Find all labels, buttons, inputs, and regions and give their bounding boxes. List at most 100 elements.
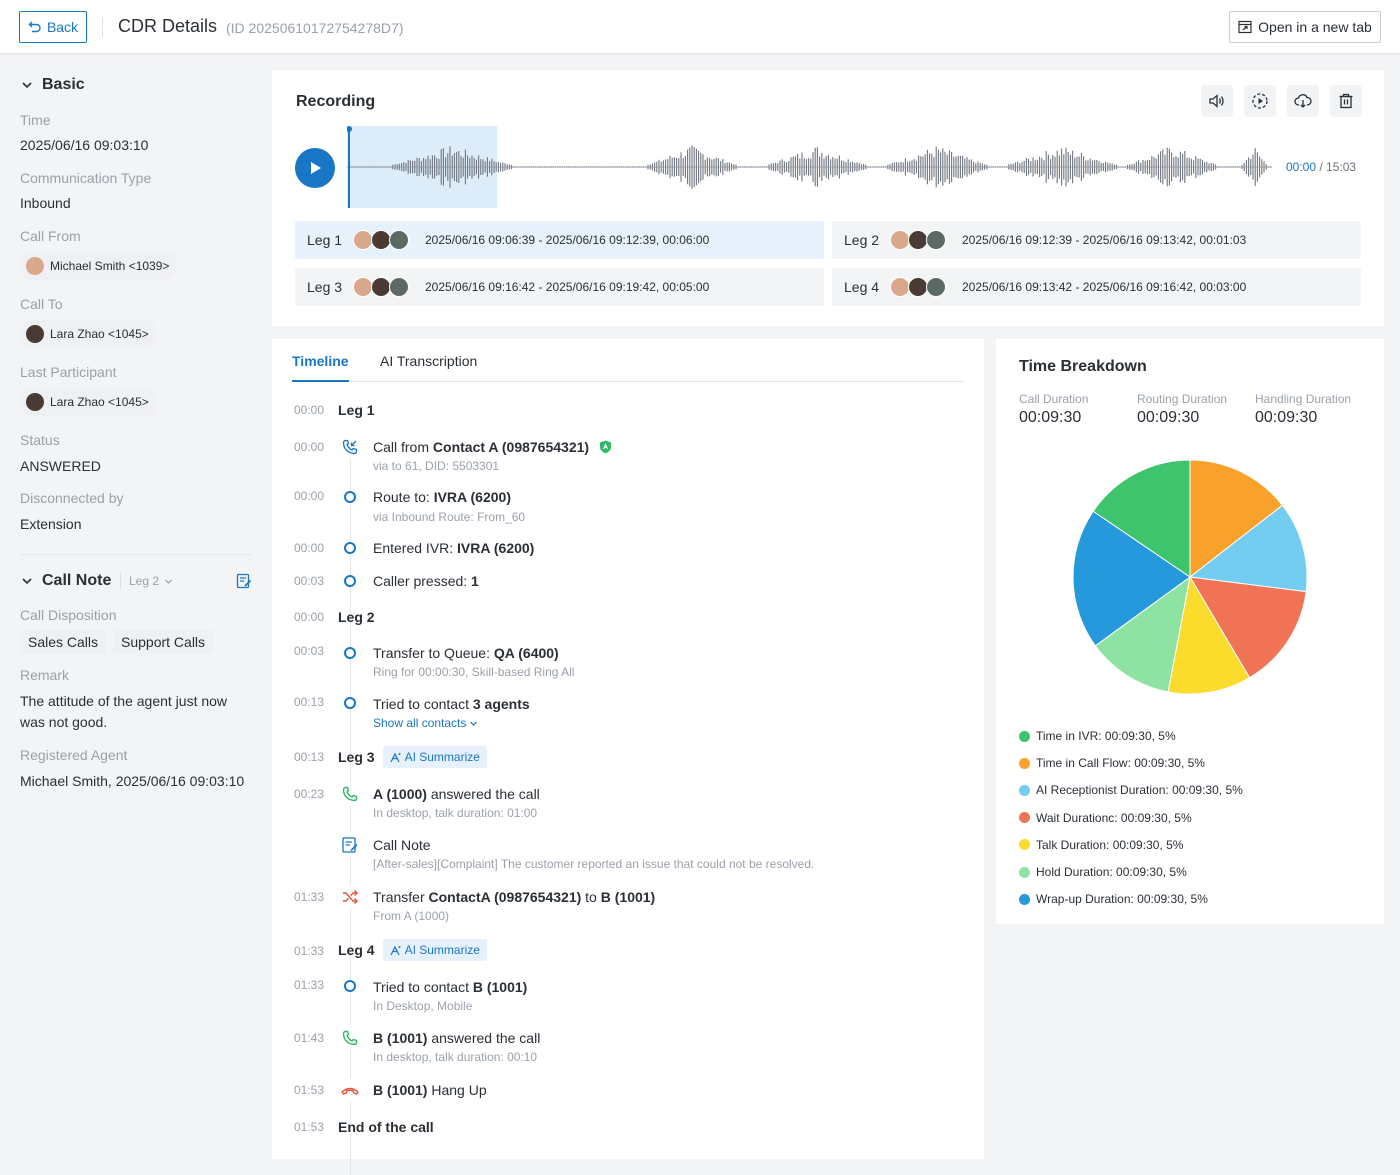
last-participant-value: Lara Zhao <1045> xyxy=(50,395,149,409)
leg-range: 2025/06/16 09:16:42 - 2025/06/16 09:19:4… xyxy=(425,280,710,294)
ai-summarize-button[interactable]: AI Summarize xyxy=(382,746,487,768)
timestamp: 00:03 xyxy=(294,574,325,588)
legend-swatch xyxy=(1019,730,1030,742)
legend-item[interactable]: Time in Call Flow: 00:09:30, 5% xyxy=(1019,756,1205,770)
open-new-tab-button[interactable]: Open in a new tab xyxy=(1229,11,1381,43)
download-button[interactable] xyxy=(1287,85,1319,117)
legend-item[interactable]: Talk Duration: 00:09:30, 5% xyxy=(1019,838,1183,852)
recording-title: Recording xyxy=(296,93,376,110)
avatar-group xyxy=(890,230,962,250)
timestamp: 01:33 xyxy=(294,978,325,992)
last-participant-chip[interactable]: Lara Zhao <1045> xyxy=(20,387,157,417)
timestamp: 00:00 xyxy=(294,403,325,417)
legend-swatch xyxy=(1019,839,1030,851)
legend-item[interactable]: Wrap-up Duration: 00:09:30, 5% xyxy=(1019,892,1208,906)
call-to-chip[interactable]: Lara Zhao <1045> xyxy=(20,319,157,349)
edit-note-icon xyxy=(236,573,252,589)
leg-header: Leg 3 AI Summarize xyxy=(338,746,487,768)
leg-select-value: Leg 2 xyxy=(129,574,160,588)
remark-label: Remark xyxy=(20,667,70,683)
leg-label: Leg 3 xyxy=(338,749,375,765)
event-detail: In desktop, talk duration: 01:00 xyxy=(373,806,538,820)
play-icon xyxy=(311,162,321,174)
timeline-dot xyxy=(344,647,356,659)
remark-line: The attitude of the agent just now xyxy=(20,693,228,709)
transfer-icon xyxy=(338,885,362,909)
last-participant-label: Last Participant xyxy=(20,364,117,380)
hang-up-icon xyxy=(338,1078,362,1102)
time-value: 2025/06/16 09:03:10 xyxy=(20,137,149,153)
leg-select[interactable]: Leg 2 xyxy=(129,574,173,588)
ai-sparkle-icon xyxy=(390,945,401,955)
avatar xyxy=(371,230,391,250)
tab-ai-transcription[interactable]: AI Transcription xyxy=(380,353,477,369)
timeline-dot xyxy=(344,980,356,992)
event-detail: In desktop, talk duration: 00:10 xyxy=(373,1050,538,1064)
show-all-contacts-link[interactable]: Show all contacts xyxy=(373,716,478,730)
phone-answered-icon xyxy=(338,782,362,806)
leg-row[interactable]: Leg 2 2025/06/16 09:12:39 - 2025/06/16 0… xyxy=(832,221,1361,259)
event-text: Route to: IVRA (6200) xyxy=(373,489,511,505)
event-text: Tried to contact B (1001) xyxy=(373,979,527,995)
tab-bar: Timeline AI Transcription xyxy=(292,339,964,382)
divider xyxy=(20,554,252,555)
legend-swatch xyxy=(1019,784,1030,796)
event-text: Caller pressed: 1 xyxy=(373,573,479,589)
leg-row[interactable]: Leg 1 2025/06/16 09:06:39 - 2025/06/16 0… xyxy=(295,221,824,259)
legend-item[interactable]: AI Receptionist Duration: 00:09:30, 5% xyxy=(1019,783,1243,797)
call-note-icon xyxy=(338,833,362,857)
cloud-download-icon xyxy=(1294,94,1312,108)
call-to-label: Call To xyxy=(20,296,63,312)
event-prefix: Route to: xyxy=(373,489,434,505)
waveform-scrubber[interactable] xyxy=(347,126,1277,208)
event-detail: Ring for 00:00:30, Skill-based Ring All xyxy=(373,665,575,679)
event-prefix: Call from xyxy=(373,439,433,455)
event-subject: IVRA (6200) xyxy=(433,489,511,505)
basic-section-header[interactable]: Basic xyxy=(20,76,85,94)
ai-summarize-button[interactable]: AI Summarize xyxy=(382,939,487,961)
leg-label: Leg 1 xyxy=(338,402,375,418)
edit-note-button[interactable] xyxy=(236,573,252,592)
avatar-group xyxy=(353,230,425,250)
legend-swatch xyxy=(1019,812,1030,824)
time-label: Time xyxy=(20,112,51,128)
leg-row[interactable]: Leg 4 2025/06/16 09:13:42 - 2025/06/16 0… xyxy=(832,268,1361,306)
back-button[interactable]: Back xyxy=(19,11,87,43)
event-target: B (1001) xyxy=(600,889,656,905)
event-text: Tried to contact 3 agents xyxy=(373,696,530,712)
divider xyxy=(120,573,121,589)
timeline-dot xyxy=(344,697,356,709)
end-of-call: End of the call xyxy=(338,1119,434,1135)
play-button[interactable] xyxy=(295,148,335,188)
volume-button[interactable] xyxy=(1201,85,1233,117)
event-subject[interactable]: Contact A (0987654321) xyxy=(433,439,589,455)
avatar xyxy=(353,277,373,297)
legend-item[interactable]: Time in IVR: 00:09:30, 5% xyxy=(1019,729,1176,743)
disconnected-value: Extension xyxy=(20,516,82,532)
legend-item[interactable]: Wait Durationc: 00:09:30, 5% xyxy=(1019,811,1192,825)
tab-timeline[interactable]: Timeline xyxy=(292,353,349,369)
registered-agent-label: Registered Agent xyxy=(20,747,128,763)
timestamp: 01:43 xyxy=(294,1031,325,1045)
delete-button[interactable] xyxy=(1330,85,1362,117)
back-label: Back xyxy=(46,19,79,35)
disposition-tag: Support Calls xyxy=(113,630,214,654)
avatar xyxy=(26,393,44,411)
call-note-section-header[interactable]: Call Note xyxy=(20,572,111,590)
call-from-chip[interactable]: Michael Smith <1039> xyxy=(20,251,178,281)
legend-item[interactable]: Hold Duration: 00:09:30, 5% xyxy=(1019,865,1187,879)
chevron-down-icon xyxy=(22,578,32,585)
event-subject: QA (6400) xyxy=(493,645,559,661)
disposition-label: Call Disposition xyxy=(20,607,117,623)
trash-icon xyxy=(1339,93,1353,109)
time-breakdown-pie-chart xyxy=(1072,459,1308,695)
call-duration-label: Call Duration xyxy=(1019,392,1089,406)
timestamp: 01:33 xyxy=(294,944,325,958)
top-bar: Back CDR Details (ID 20250610172754278D7… xyxy=(0,0,1400,54)
time-breakdown-title: Time Breakdown xyxy=(1019,358,1147,375)
event-text: A (1000) answered the call xyxy=(373,786,540,802)
avatar xyxy=(371,277,391,297)
event-subject: A (1000) xyxy=(373,786,427,802)
playback-speed-button[interactable] xyxy=(1244,85,1276,117)
leg-row[interactable]: Leg 3 2025/06/16 09:16:42 - 2025/06/16 0… xyxy=(295,268,824,306)
